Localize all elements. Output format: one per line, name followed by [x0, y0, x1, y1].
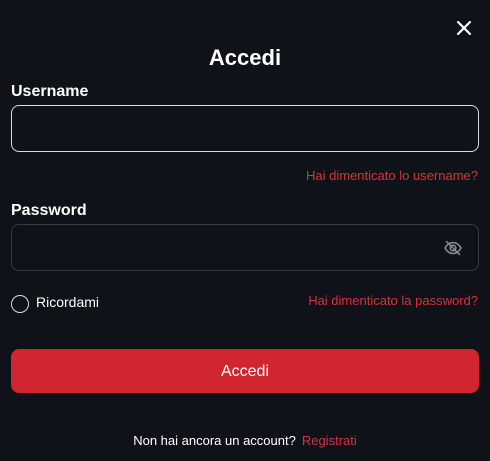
remember-me-checkbox[interactable] [11, 295, 29, 313]
signup-link[interactable]: Registrati [302, 433, 357, 448]
password-label: Password [11, 202, 87, 219]
remember-me-option[interactable]: Ricordami [11, 291, 99, 313]
username-label: Username [11, 83, 89, 100]
password-field-wrapper [11, 224, 479, 271]
forgot-username-link[interactable]: Hai dimenticato lo username? [306, 168, 478, 184]
close-icon [456, 20, 472, 36]
password-visibility-toggle[interactable] [443, 238, 463, 258]
login-dialog: Accedi Username Hai dimenticato lo usern… [0, 0, 490, 461]
dialog-title: Accedi [208, 45, 282, 70]
forgot-password-link[interactable]: Hai dimenticato la password? [308, 293, 478, 309]
password-input[interactable] [12, 225, 478, 270]
username-field-wrapper [11, 105, 479, 152]
signup-text: Non hai ancora un account? [133, 433, 296, 448]
login-submit-button[interactable]: Accedi [11, 349, 479, 393]
signup-prompt: Non hai ancora un account? Registrati [0, 432, 490, 449]
close-button[interactable] [454, 18, 474, 38]
eye-off-icon [444, 240, 462, 256]
username-input[interactable] [12, 106, 478, 151]
remember-me-label: Ricordami [36, 294, 100, 310]
